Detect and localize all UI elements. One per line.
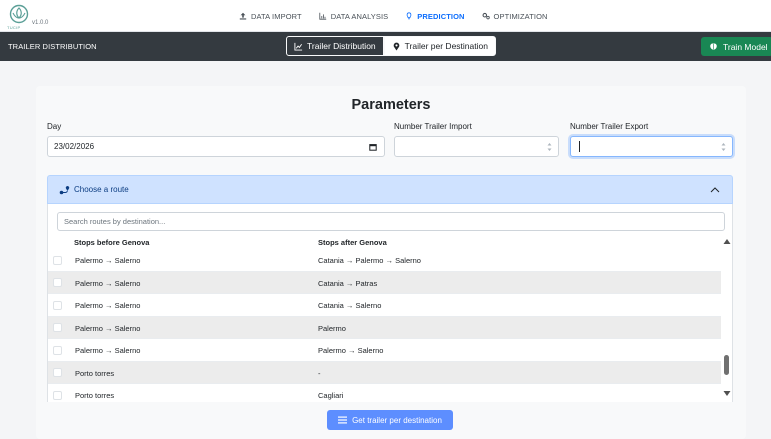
route-checkbox[interactable] [53,300,62,310]
tab-label: Trailer per Destination [404,41,488,51]
day-value: 23/02/2026 [54,142,95,151]
bar-chart-icon [319,12,326,20]
route-checkbox[interactable] [53,255,62,265]
route-before: Porto torres [75,368,115,378]
brain-icon [710,43,717,50]
parameters-card: Parameters Day 23/02/2026 Number Trailer… [36,86,746,439]
spinner-icon[interactable] [721,142,726,152]
route-before: Palermo → Salerno [75,278,141,288]
route-after: Catania → Salerno [318,301,382,310]
list-icon [338,416,348,424]
route-row[interactable]: Porto torres Cagliari [48,384,721,402]
route-before: Palermo → Salerno [75,323,141,333]
import-label: Number Trailer Import [394,122,472,131]
route-after: Catania → Palermo → Salerno [318,256,421,265]
view-switcher: Trailer Distribution Trailer per Destina… [286,36,496,56]
column-header-before: Stops before Genova [74,238,150,247]
route-row[interactable]: Palermo → Salerno Catania → Salerno [48,294,721,317]
nav-data-analysis[interactable]: DATA ANALYSIS [319,12,389,21]
route-after: Catania → Patras [318,278,378,288]
get-trailer-label: Get trailer per destination [352,415,442,425]
day-date-field[interactable]: 23/02/2026 [47,136,385,157]
get-trailer-per-destination-button[interactable]: Get trailer per destination [327,410,453,430]
import-number-field[interactable] [394,136,559,157]
lightbulb-icon [406,12,412,20]
top-navbar: TUCIP v1.0.0 DATA IMPORT DATA ANALYSIS P… [0,0,771,32]
route-row[interactable]: Palermo → Salerno Palermo [48,316,721,339]
nav-label: DATA IMPORT [251,11,302,21]
day-label: Day [47,122,62,131]
train-model-label: Train Model [723,41,768,52]
card-title: Parameters [351,97,431,113]
nav-data-import[interactable]: DATA IMPORT [239,12,302,21]
route-after: - [318,368,321,378]
route-checkbox[interactable] [53,368,62,377]
text-caret [579,141,580,152]
scroll-up-arrow-icon[interactable] [723,238,731,245]
nav-label: PREDICTION [417,11,465,21]
choose-route-accordion-header[interactable]: Choose a route [47,175,733,204]
chevron-up-icon[interactable] [710,186,720,194]
route-checkbox[interactable] [53,345,62,355]
nav-prediction[interactable]: PREDICTION [405,12,464,21]
main-nav: DATA IMPORT DATA ANALYSIS PREDICTION OPT… [239,0,548,32]
route-row[interactable]: Palermo → Salerno Catania → Patras [48,271,721,294]
route-row[interactable]: Porto torres - [48,361,721,384]
calendar-icon[interactable] [369,143,377,151]
map-pin-icon [393,42,400,51]
route-list: Palermo → Salerno Catania → Palermo → Sa… [48,249,721,402]
gears-icon [482,12,490,20]
upload-icon [239,12,247,20]
route-before: Porto torres [75,391,115,400]
app-version: v1.0.0 [32,20,49,26]
train-model-button[interactable]: Train Model [701,37,771,56]
nav-label: OPTIMIZATION [493,11,548,21]
page-title: TRAILER DISTRIBUTION [8,42,97,51]
route-icon [59,185,70,194]
route-list-panel: Stops before Genova Stops after Genova P… [47,204,733,402]
nav-optimization[interactable]: OPTIMIZATION [482,12,548,21]
route-row[interactable]: Palermo → Salerno Palermo → Salerno [48,339,721,362]
scrollbar-thumb[interactable] [724,355,729,375]
logo-icon[interactable] [8,4,30,26]
route-after: Cagliari [318,391,344,400]
export-number-field[interactable] [570,136,733,157]
route-search-input[interactable] [57,212,725,231]
nav-label: DATA ANALYSIS [330,11,389,21]
accordion-title: Choose a route [74,185,129,194]
logo-text: TUCIP [7,25,21,30]
route-after: Palermo → Salerno [318,346,384,355]
tab-label: Trailer Distribution [307,41,376,51]
route-checkbox[interactable] [53,390,62,400]
column-header-after: Stops after Genova [318,238,387,247]
route-before: Palermo → Salerno [75,256,141,265]
route-before: Palermo → Salerno [75,301,141,310]
tab-trailer-per-destination[interactable]: Trailer per Destination [383,36,496,56]
route-before: Palermo → Salerno [75,346,141,355]
spinner-icon[interactable] [547,142,552,152]
line-chart-icon [294,42,303,51]
scroll-down-arrow-icon[interactable] [723,390,731,397]
route-row[interactable]: Palermo → Salerno Catania → Palermo → Sa… [48,249,721,272]
tab-trailer-distribution[interactable]: Trailer Distribution [286,36,384,56]
route-checkbox[interactable] [53,323,62,332]
sub-header: TRAILER DISTRIBUTION Trailer Distributio… [0,32,771,61]
export-label: Number Trailer Export [570,122,649,131]
route-checkbox[interactable] [53,278,62,287]
route-after: Palermo [318,323,346,333]
